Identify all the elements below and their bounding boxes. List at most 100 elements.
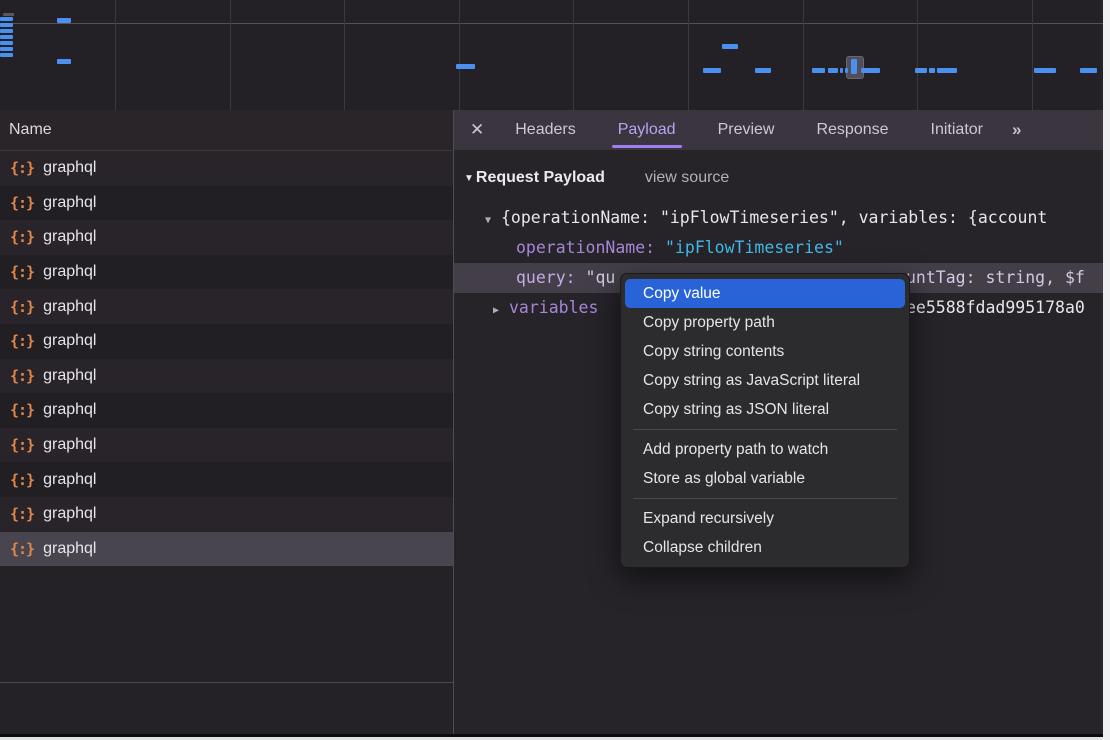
request-row[interactable]: {:} graphql [0, 532, 453, 567]
request-timing-bar[interactable] [915, 68, 927, 73]
request-row[interactable]: {:} graphql [0, 428, 453, 463]
overflow-tabs-icon[interactable]: » [1012, 120, 1019, 140]
property-value-start: "qu [586, 268, 616, 287]
request-timing-bar[interactable] [456, 64, 475, 69]
request-name: graphql [43, 436, 96, 454]
waterfall-gridline [459, 0, 460, 110]
request-timing-bar[interactable] [0, 41, 13, 45]
request-row[interactable]: {:} graphql [0, 359, 453, 394]
json-request-icon: {:} [10, 298, 34, 316]
menu-divider [633, 429, 897, 430]
request-timing-bar[interactable] [0, 47, 13, 51]
request-timing-bar[interactable] [703, 68, 721, 73]
request-timing-bar[interactable] [755, 68, 771, 73]
tab-preview[interactable]: Preview [706, 110, 787, 150]
request-timing-bar[interactable] [937, 68, 957, 73]
request-row[interactable]: {:} graphql [0, 255, 453, 290]
tab-payload[interactable]: Payload [606, 110, 688, 150]
request-timing-bar[interactable] [828, 68, 838, 73]
name-column-header[interactable]: Name [0, 110, 453, 151]
request-row[interactable]: {:} graphql [0, 220, 453, 255]
section-title: Request Payload [476, 169, 605, 187]
request-timing-bar[interactable] [845, 68, 848, 73]
json-request-icon: {:} [10, 263, 34, 281]
request-timing-bar[interactable] [861, 68, 880, 73]
json-request-icon: {:} [10, 436, 34, 454]
expanded-arrow-icon[interactable]: ▼ [485, 206, 501, 236]
request-timing-bar[interactable] [0, 53, 13, 57]
selected-request-bar[interactable] [851, 59, 857, 74]
menu-item-copy-property-path[interactable]: Copy property path [625, 308, 905, 337]
request-name: graphql [43, 263, 96, 281]
request-timing-bar[interactable] [722, 44, 738, 49]
menu-item-store-as-global-variable[interactable]: Store as global variable [625, 464, 905, 493]
waterfall-gridline [573, 0, 574, 110]
waterfall-overview[interactable] [0, 0, 1103, 110]
context-menu: Copy valueCopy property pathCopy string … [620, 273, 910, 568]
request-timing-bar[interactable] [3, 13, 14, 16]
key-separator: : [566, 268, 586, 287]
section-expanded-icon[interactable]: ▼ [464, 173, 474, 184]
request-name: graphql [43, 367, 96, 385]
request-timing-bar[interactable] [0, 17, 13, 21]
property-key: variables [509, 298, 598, 317]
json-request-icon: {:} [10, 367, 34, 385]
devtools-network-panel: Name {:} graphql {:} graphql {:} graphql… [0, 0, 1110, 740]
payload-root-preview: {operationName: "ipFlowTimeseries", vari… [501, 208, 1047, 227]
menu-item-collapse-children[interactable]: Collapse children [625, 533, 905, 562]
waterfall-gridline-horizontal [0, 23, 1103, 24]
waterfall-gridline [344, 0, 345, 110]
waterfall-gridline [688, 0, 689, 110]
request-payload-section[interactable]: ▼ Request Payload view source [454, 163, 729, 193]
request-row[interactable]: {:} graphql [0, 324, 453, 359]
view-source-link[interactable]: view source [645, 169, 729, 187]
operation-name-row[interactable]: operationName: "ipFlowTimeseries" [454, 233, 1103, 263]
tab-initiator[interactable]: Initiator [919, 110, 995, 150]
property-value: "ipFlowTimeseries" [665, 238, 844, 257]
collapsed-arrow-icon[interactable]: ▶ [493, 296, 509, 326]
request-row[interactable]: {:} graphql [0, 393, 453, 428]
property-value-clipped: ee5588fdad995178a0 [906, 293, 1085, 323]
request-timing-bar[interactable] [0, 35, 13, 39]
request-timing-bar[interactable] [840, 68, 843, 73]
tab-headers[interactable]: Headers [503, 110, 587, 150]
menu-item-copy-string-contents[interactable]: Copy string contents [625, 337, 905, 366]
json-request-icon: {:} [10, 471, 34, 489]
json-request-icon: {:} [10, 228, 34, 246]
detail-tab-bar: ✕ Headers Payload Preview Response Initiator… [454, 110, 1103, 150]
menu-item-copy-string-as-json-literal[interactable]: Copy string as JSON literal [625, 395, 905, 424]
request-row[interactable]: {:} graphql [0, 186, 453, 221]
close-icon[interactable]: ✕ [470, 120, 484, 140]
menu-item-copy-value[interactable]: Copy value [625, 279, 905, 308]
request-timing-bar[interactable] [0, 29, 13, 33]
json-request-icon: {:} [10, 159, 34, 177]
payload-root-row[interactable]: ▼{operationName: "ipFlowTimeseries", var… [454, 203, 1103, 233]
request-row[interactable]: {:} graphql [0, 151, 453, 186]
waterfall-gridline [1032, 0, 1033, 110]
request-timing-bar[interactable] [57, 59, 71, 64]
request-name: graphql [43, 228, 96, 246]
menu-divider [633, 498, 897, 499]
json-request-icon: {:} [10, 332, 34, 350]
request-row[interactable]: {:} graphql [0, 462, 453, 497]
request-timing-bar[interactable] [57, 18, 71, 23]
request-row[interactable]: {:} graphql [0, 289, 453, 324]
request-list: {:} graphql {:} graphql {:} graphql {:} … [0, 151, 453, 567]
request-timing-bar[interactable] [929, 68, 935, 73]
request-timing-bar[interactable] [812, 68, 825, 73]
waterfall-gridline [115, 0, 116, 110]
menu-item-expand-recursively[interactable]: Expand recursively [625, 504, 905, 533]
request-timing-bar[interactable] [1034, 68, 1056, 73]
tab-response[interactable]: Response [804, 110, 900, 150]
waterfall-gridline [917, 0, 918, 110]
waterfall-gridline [803, 0, 804, 110]
key-separator: : [645, 238, 665, 257]
request-row[interactable]: {:} graphql [0, 497, 453, 532]
request-timing-bar[interactable] [1080, 68, 1097, 73]
request-timing-bar[interactable] [0, 23, 13, 27]
menu-item-copy-string-as-javascript-literal[interactable]: Copy string as JavaScript literal [625, 366, 905, 395]
request-name: graphql [43, 401, 96, 419]
property-value-clipped: untTag: string, $f [906, 263, 1085, 293]
menu-item-add-property-path-to-watch[interactable]: Add property path to watch [625, 435, 905, 464]
tabs-holder: Headers Payload Preview Response Initiator [494, 110, 1004, 150]
